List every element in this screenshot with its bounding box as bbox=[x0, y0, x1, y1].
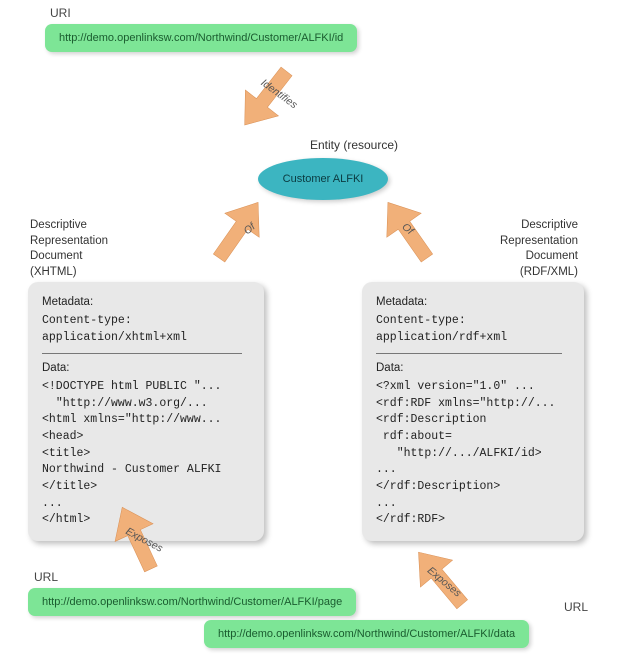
doc-right-box: Metadata: Content-type: application/rdf+… bbox=[362, 282, 584, 541]
url-left-label: URL bbox=[34, 570, 58, 584]
doc-right-metadata-heading: Metadata: bbox=[376, 294, 570, 311]
doc-right-data-body: <?xml version="1.0" ... <rdf:RDF xmlns="… bbox=[376, 379, 570, 529]
doc-right-metadata-body: Content-type: application/rdf+xml bbox=[376, 313, 570, 346]
doc-left-data-heading: Data: bbox=[42, 360, 250, 377]
uri-top-label: URI bbox=[50, 6, 71, 20]
doc-left-metadata-body: Content-type: application/xhtml+xml bbox=[42, 313, 250, 346]
url-right-label: URL bbox=[564, 600, 588, 614]
uri-top-box: http://demo.openlinksw.com/Northwind/Cus… bbox=[45, 24, 357, 52]
doc-left-label: Descriptive Representation Document (XHT… bbox=[30, 218, 108, 280]
arrow-of-left bbox=[195, 190, 285, 280]
doc-right-label: Descriptive Representation Document (RDF… bbox=[500, 218, 578, 280]
arrow-of-right bbox=[365, 190, 455, 280]
doc-left-metadata-heading: Metadata: bbox=[42, 294, 250, 311]
entity-label: Entity (resource) bbox=[310, 138, 398, 152]
doc-right-data-heading: Data: bbox=[376, 360, 570, 377]
url-left-box: http://demo.openlinksw.com/Northwind/Cus… bbox=[28, 588, 356, 616]
url-right-box: http://demo.openlinksw.com/Northwind/Cus… bbox=[204, 620, 529, 648]
